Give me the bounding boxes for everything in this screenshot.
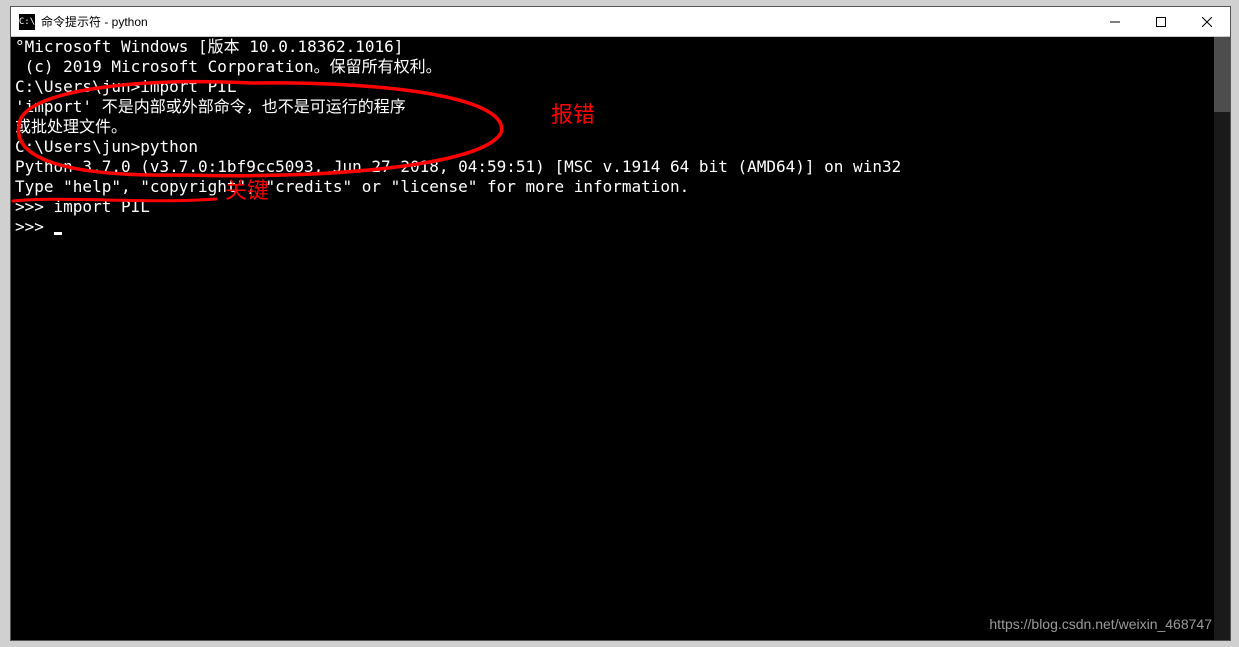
terminal-line: C:\Users\jun>python (15, 137, 1226, 157)
cmd-icon: C:\ (19, 14, 35, 30)
terminal-line: Python 3.7.0 (v3.7.0:1bf9cc5093, Jun 27 … (15, 157, 1226, 177)
close-button[interactable] (1184, 7, 1230, 36)
terminal-prompt-line: >>> (15, 217, 1226, 237)
terminal-line: >>> import PIL (15, 197, 1226, 217)
maximize-button[interactable] (1138, 7, 1184, 36)
cmd-window: C:\ 命令提示符 - python °Microsoft Windows [版… (10, 6, 1231, 641)
cursor (54, 232, 62, 235)
watermark-text: https://blog.csdn.net/weixin_468747 (989, 614, 1212, 634)
scrollbar-thumb[interactable] (1214, 37, 1230, 112)
terminal-line: °Microsoft Windows [版本 10.0.18362.1016] (15, 37, 1226, 57)
terminal-area[interactable]: °Microsoft Windows [版本 10.0.18362.1016] … (11, 37, 1230, 640)
terminal-line: Type "help", "copyright", "credits" or "… (15, 177, 1226, 197)
terminal-line: C:\Users\jun>import PIL (15, 77, 1226, 97)
terminal-line: 或批处理文件。 (15, 117, 1226, 137)
window-title: 命令提示符 - python (41, 13, 1092, 30)
terminal-line: 'import' 不是内部或外部命令，也不是可运行的程序 (15, 97, 1226, 117)
prompt-text: >>> (15, 217, 54, 236)
scrollbar[interactable] (1214, 37, 1230, 640)
terminal-content: °Microsoft Windows [版本 10.0.18362.1016] … (15, 37, 1226, 237)
minimize-button[interactable] (1092, 7, 1138, 36)
close-icon (1202, 17, 1212, 27)
terminal-line: (c) 2019 Microsoft Corporation。保留所有权利。 (15, 57, 1226, 77)
window-controls (1092, 7, 1230, 36)
maximize-icon (1156, 17, 1166, 27)
minimize-icon (1110, 17, 1120, 27)
title-bar[interactable]: C:\ 命令提示符 - python (11, 7, 1230, 37)
